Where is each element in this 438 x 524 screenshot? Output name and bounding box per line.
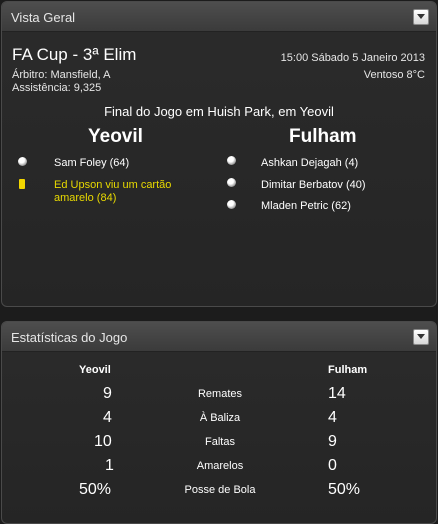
stat-away-value: 50% xyxy=(328,481,361,498)
ball-icon xyxy=(227,156,236,165)
stat-away-value: 0 xyxy=(328,457,337,474)
ball-icon xyxy=(227,178,236,187)
away-event-goal-3[interactable]: Mladen Petric (62) xyxy=(261,200,351,213)
stats-title: Estatísticas do Jogo xyxy=(11,330,128,345)
stat-away-value: 14 xyxy=(328,385,346,402)
chevron-down-icon xyxy=(417,14,425,19)
stats-header: Estatísticas do Jogo xyxy=(2,322,436,352)
stat-label: Posse de Bola xyxy=(184,484,256,496)
stat-away-value: 4 xyxy=(328,409,337,426)
stats-collapse-button[interactable] xyxy=(413,329,429,345)
stat-label: Faltas xyxy=(205,436,235,448)
home-event-card[interactable]: Ed Upson viu um cartão amarelo (84) xyxy=(54,179,214,205)
away-event-goal-1[interactable]: Ashkan Dejagah (4) xyxy=(261,157,358,170)
stat-label: Remates xyxy=(197,388,243,400)
result-line: Final do Jogo em Huish Park, em Yeovil xyxy=(104,104,334,119)
weather: Ventoso 8°C xyxy=(363,69,425,81)
match-datetime: 15:00 Sábado 5 Janeiro 2013 xyxy=(280,52,425,64)
attendance: Assistência: 9,325 xyxy=(12,82,102,94)
stat-home-value: 1 xyxy=(105,457,114,474)
stat-label: À Baliza xyxy=(199,412,241,424)
ball-icon xyxy=(18,157,27,166)
overview-header: Vista Geral xyxy=(2,2,436,32)
yellow-card-icon xyxy=(19,179,25,189)
referee: Árbitro: Mansfield, A xyxy=(12,69,111,81)
overview-collapse-button[interactable] xyxy=(413,9,429,25)
stat-home-value: 10 xyxy=(94,433,112,450)
stat-home-value: 9 xyxy=(103,385,112,402)
stat-home-value: 4 xyxy=(103,409,112,426)
stat-away-value: 9 xyxy=(328,433,337,450)
stats-away-team: Fulham xyxy=(328,364,368,376)
away-team-name[interactable]: Fulham xyxy=(289,126,357,148)
ball-icon xyxy=(227,200,236,209)
home-team-name[interactable]: Yeovil xyxy=(88,126,143,148)
stat-label: Amarelos xyxy=(196,460,244,472)
competition-name: FA Cup - 3ª Elim xyxy=(12,45,137,64)
chevron-down-icon xyxy=(417,334,425,339)
stat-home-value: 50% xyxy=(79,481,112,498)
stats-home-team: Yeovil xyxy=(79,364,111,376)
overview-title: Vista Geral xyxy=(11,10,76,25)
home-event-goal[interactable]: Sam Foley (64) xyxy=(54,157,129,170)
away-event-goal-2[interactable]: Dimitar Berbatov (40) xyxy=(261,179,366,192)
